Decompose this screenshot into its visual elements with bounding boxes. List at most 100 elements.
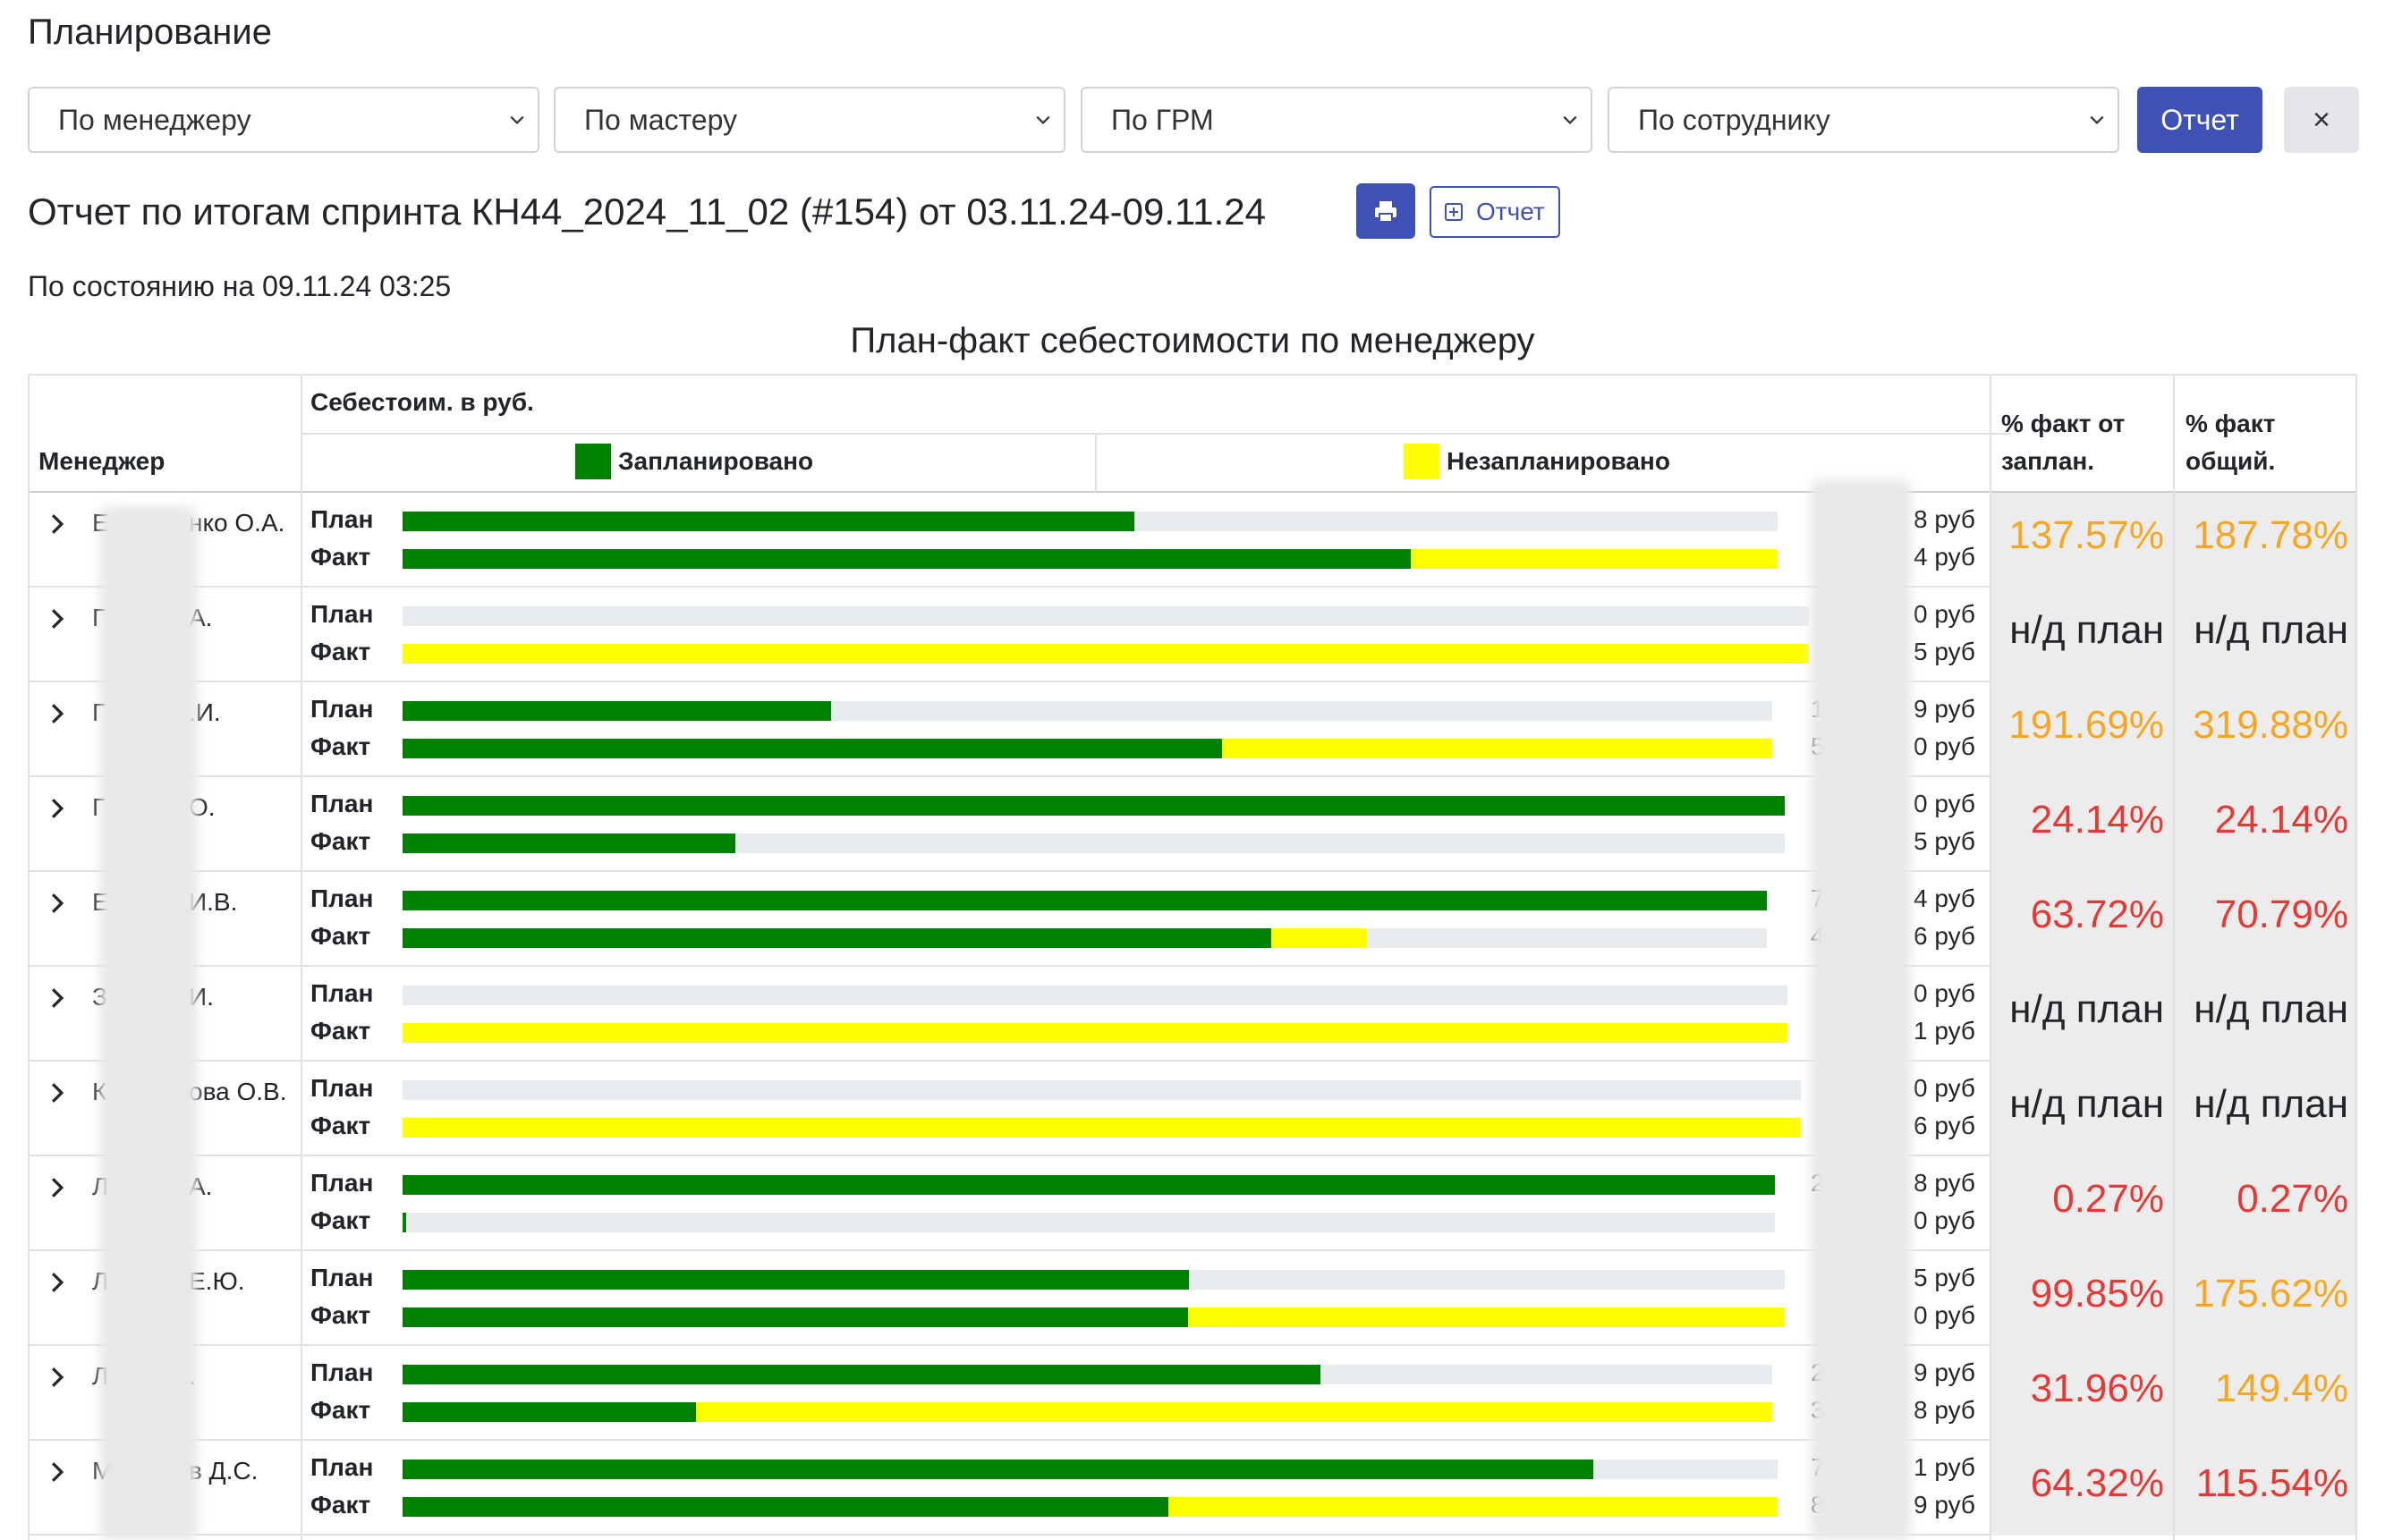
table-row[interactable]: ЛЕ.Ю.ПланФакт5 руб0 руб99.85%175.62% — [28, 1251, 2357, 1346]
fact-value: 4 руб — [1914, 543, 1975, 571]
table-row[interactable]: ГА.ПланФакт0 руб5 рубн/д планн/д план — [28, 588, 2357, 682]
table-row[interactable]: Л.ПланФакт239 руб8 руб31.96%149.4% — [28, 1346, 2357, 1441]
fact-bar-planned — [403, 833, 735, 853]
plan-bar-planned — [403, 512, 1134, 531]
chart-title: План-факт себестоимости по менеджеру — [850, 321, 1535, 360]
chevron-right-icon[interactable] — [46, 607, 69, 630]
fact-bar-track — [403, 1118, 1801, 1138]
col-header-pct-total-line1: % факт — [2186, 410, 2276, 437]
fact-bar-track — [403, 1213, 1775, 1232]
print-button[interactable] — [1356, 183, 1415, 239]
pct-fact-total: н/д план — [2194, 1082, 2348, 1126]
pct-fact-of-plan: 0.27% — [2052, 1177, 2164, 1221]
chevron-right-icon[interactable] — [46, 1460, 69, 1484]
plan-bar-track — [403, 512, 1778, 531]
fact-bar-track — [403, 1023, 1787, 1043]
fact-bar-planned — [403, 1307, 1188, 1327]
chevron-right-icon[interactable] — [46, 1366, 69, 1389]
employee-filter-value: По сотруднику — [1638, 104, 1830, 136]
plan-label: План — [310, 695, 374, 723]
chevron-right-icon[interactable] — [46, 797, 69, 820]
plan-bar-track — [403, 1080, 1801, 1100]
plan-label: План — [310, 790, 374, 817]
plus-square-icon — [1445, 203, 1463, 221]
plan-bar-planned — [403, 1175, 1775, 1195]
legend-unplanned-swatch — [1404, 444, 1439, 479]
fact-bar-track — [403, 1402, 1772, 1422]
pct-fact-total: н/д план — [2194, 987, 2348, 1031]
table-row[interactable]: Енко О.А.ПланФакт8 руб4 руб137.57%187.78… — [28, 493, 2357, 588]
report-button[interactable]: Отчет — [2137, 87, 2262, 153]
fact-bar-planned — [403, 1402, 696, 1422]
fact-bar-unplanned — [1271, 928, 1367, 948]
fact-label: Факт — [310, 1206, 371, 1234]
fact-bar-unplanned — [1188, 1307, 1785, 1327]
table-border-top — [28, 374, 2357, 376]
fact-bar-track — [403, 644, 1809, 664]
fact-bar-unplanned — [1168, 1497, 1778, 1517]
chevron-right-icon[interactable] — [46, 702, 69, 725]
chevron-right-icon[interactable] — [46, 1271, 69, 1294]
plan-value: 9 руб — [1914, 695, 1975, 723]
fact-value: 6 руб — [1914, 1112, 1975, 1139]
plan-bar-planned — [403, 796, 1785, 816]
fact-value: 5 руб — [1914, 638, 1975, 665]
pct-fact-total: 70.79% — [2214, 893, 2348, 936]
employee-filter-select[interactable]: По сотруднику — [1608, 87, 2119, 153]
plan-bar-track — [403, 1270, 1785, 1290]
plan-value: 5 руб — [1914, 1264, 1975, 1291]
fact-label: Факт — [310, 1112, 371, 1139]
table-row[interactable]: Кова О.В.ПланФакт0 руб6 рубн/д планн/д п… — [28, 1062, 2357, 1156]
legend-planned-label: Запланировано — [618, 447, 814, 475]
fact-label: Факт — [310, 1491, 371, 1519]
clear-filters-button[interactable]: × — [2284, 87, 2359, 153]
plan-label: План — [310, 1358, 374, 1386]
table-row[interactable]: ГО.ПланФакт0 руб5 руб24.14%24.14% — [28, 777, 2357, 872]
fact-value: 0 руб — [1914, 732, 1975, 760]
chevron-right-icon[interactable] — [46, 1081, 69, 1104]
fact-bar-unplanned — [696, 1402, 1772, 1422]
report-title: Отчет по итогам спринта КН44_2024_11_02 … — [28, 190, 1267, 233]
fact-label: Факт — [310, 1301, 371, 1329]
chevron-right-icon[interactable] — [46, 1176, 69, 1199]
plan-label: План — [310, 1074, 374, 1102]
plan-label: План — [310, 979, 374, 1007]
plan-bar-track — [403, 1460, 1778, 1479]
chevron-right-icon[interactable] — [46, 512, 69, 536]
fact-bar-unplanned — [403, 1118, 1801, 1138]
grm-filter-select[interactable]: По ГРМ — [1081, 87, 1592, 153]
master-filter-select[interactable]: По мастеру — [554, 87, 1065, 153]
fact-bar-unplanned — [1222, 739, 1772, 758]
pct-fact-of-plan: н/д план — [2009, 1082, 2164, 1126]
fact-value: 0 руб — [1914, 1301, 1975, 1329]
export-report-button[interactable]: Отчет — [1430, 186, 1560, 238]
master-filter-value: По мастеру — [584, 104, 738, 136]
fact-bar-planned — [403, 928, 1271, 948]
manager-filter-select[interactable]: По менеджеру — [28, 87, 539, 153]
table-row[interactable]: ЗИ.ПланФакт0 руб1 рубн/д планн/д план — [28, 967, 2357, 1062]
table-row[interactable]: ЕИ.В.ПланФакт744 руб6 руб63.72%70.79% — [28, 872, 2357, 967]
fact-bar-unplanned — [1411, 549, 1778, 569]
plan-label: План — [310, 1264, 374, 1291]
pct-fact-of-plan: н/д план — [2009, 608, 2164, 652]
table-row[interactable]: Мв Д.С.ПланФакт781 руб9 руб64.32%115.54% — [28, 1441, 2357, 1536]
fact-value: 5 руб — [1914, 827, 1975, 855]
plan-value: 0 руб — [1914, 600, 1975, 628]
chevron-right-icon[interactable] — [46, 986, 69, 1010]
table-row[interactable]: Г.И.ПланФакт159 руб0 руб191.69%319.88% — [28, 682, 2357, 777]
fact-bar-track — [403, 833, 1785, 853]
pct-fact-total: 0.27% — [2236, 1177, 2348, 1221]
plan-bar-planned — [403, 1460, 1593, 1479]
plan-label: План — [310, 600, 374, 628]
export-report-label: Отчет — [1476, 198, 1545, 225]
pct-fact-total: н/д план — [2194, 608, 2348, 652]
table-row[interactable]: ЛА.ПланФакт28 руб0 руб0.27%0.27% — [28, 1156, 2357, 1251]
chevron-right-icon[interactable] — [46, 892, 69, 915]
plan-label: План — [310, 884, 374, 912]
plan-value: 1 руб — [1914, 1453, 1975, 1481]
plan-value: 4 руб — [1914, 884, 1975, 912]
plan-bar-planned — [403, 1365, 1320, 1384]
plan-value: 0 руб — [1914, 790, 1975, 817]
fact-label: Факт — [310, 922, 371, 950]
col-header-cost: Себестоим. в руб. — [310, 388, 534, 416]
